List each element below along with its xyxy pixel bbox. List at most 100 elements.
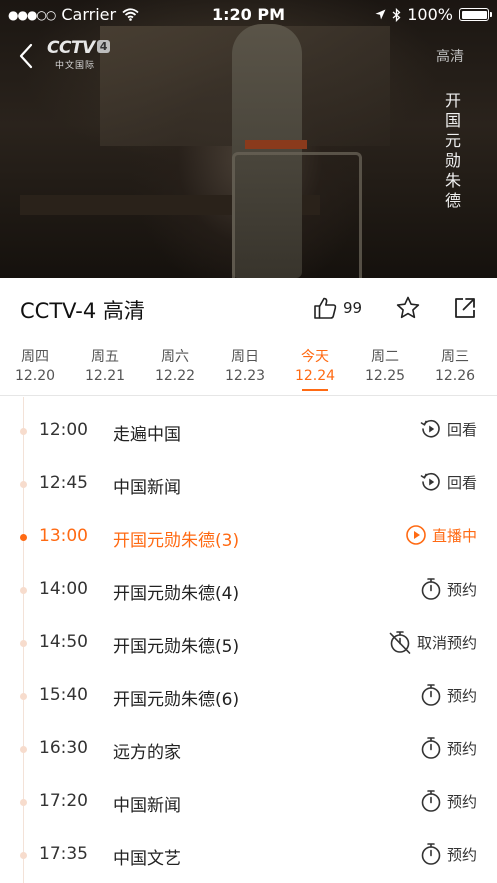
stopwatch-icon <box>421 578 441 600</box>
program-action-label: 预约 <box>446 580 477 599</box>
program-action-button[interactable]: 回看 <box>420 418 477 440</box>
date-tab-today[interactable]: 今天 12.24 <box>285 348 345 391</box>
date-tab[interactable]: 周五 12.21 <box>75 348 135 386</box>
timeline-dot <box>20 799 27 806</box>
timeline-dot <box>20 587 27 594</box>
location-arrow-icon <box>375 9 386 20</box>
program-action-button[interactable]: 预约 <box>420 683 477 707</box>
stopwatch-icon <box>421 684 441 706</box>
program-list: 12:00 走遍中国 回看 12:45 中国新闻 回看 13:00 开国元勋朱德… <box>0 397 497 883</box>
battery-icon <box>459 8 492 21</box>
stopwatch-icon <box>421 843 441 865</box>
program-time: 13:00 <box>39 526 88 546</box>
program-row[interactable]: 16:30 远方的家 预约 <box>0 722 497 775</box>
program-name: 远方的家 <box>113 743 181 763</box>
channel-title: CCTV-4 高清 <box>20 299 145 323</box>
program-action-button[interactable]: 预约 <box>420 577 477 601</box>
date-tab[interactable]: 周四 12.20 <box>5 348 65 386</box>
timeline-dot <box>20 852 27 859</box>
logo-sub: 中文国际 <box>55 61 96 71</box>
timeline-dot <box>20 746 27 753</box>
program-time: 14:00 <box>39 579 88 599</box>
date-tab-weekday: 周三 <box>441 349 469 365</box>
share-external-icon <box>455 298 475 318</box>
date-tab[interactable]: 周三 12.26 <box>425 348 485 386</box>
program-action-button[interactable]: 回看 <box>420 471 477 493</box>
program-row[interactable]: 17:35 中国文艺 预约 <box>0 828 497 881</box>
program-row[interactable]: 15:40 开国元勋朱德(6) 预约 <box>0 669 497 722</box>
program-name: 中国新闻 <box>113 478 181 498</box>
timeline-dot <box>20 428 27 435</box>
star-icon <box>396 296 420 319</box>
program-action-button[interactable]: 取消预约 <box>388 630 477 654</box>
logo-number: 4 <box>96 40 111 53</box>
program-action-button[interactable]: 预约 <box>420 736 477 760</box>
program-action-label: 预约 <box>446 739 477 758</box>
date-tab-bar: 周四 12.20 周五 12.21 周六 12.22 周日 12.23 今天 1… <box>0 338 497 396</box>
program-time: 12:00 <box>39 420 88 440</box>
program-action-button[interactable]: 预约 <box>420 842 477 866</box>
program-action-button[interactable]: 预约 <box>420 789 477 813</box>
program-action-label: 取消预约 <box>416 633 477 652</box>
program-name: 开国元勋朱德(5) <box>113 637 240 657</box>
program-time: 15:40 <box>39 685 88 705</box>
program-row[interactable]: 12:00 走遍中国 回看 <box>0 404 497 457</box>
timeline-dot <box>20 640 27 647</box>
channel-header: CCTV-4 高清 99 <box>0 278 497 338</box>
video-player[interactable]: ●●●○○ Carrier 1:20 PM 100% CCTV 4 中文国际 高… <box>0 0 497 278</box>
program-name: 开国元勋朱德(4) <box>113 584 240 604</box>
date-tab[interactable]: 周六 12.22 <box>145 348 205 386</box>
status-bar: ●●●○○ Carrier 1:20 PM 100% <box>0 0 497 30</box>
video-frame-belt <box>245 140 307 149</box>
replay-icon <box>420 472 440 491</box>
back-button[interactable] <box>12 38 42 74</box>
chevron-left-icon <box>19 43 33 69</box>
program-row[interactable]: 14:50 开国元勋朱德(5) 取消预约 <box>0 616 497 669</box>
quality-label: 高清 <box>436 49 464 65</box>
date-tab-weekday: 今天 <box>301 349 329 365</box>
program-name: 中国文艺 <box>113 849 181 869</box>
share-button[interactable] <box>453 296 477 320</box>
program-row[interactable]: 17:20 中国新闻 预约 <box>0 775 497 828</box>
bluetooth-icon <box>392 7 401 22</box>
video-frame-chair <box>232 152 362 278</box>
program-action-label: 直播中 <box>431 526 477 545</box>
video-overlay-title: 开国元勋朱德 <box>442 92 461 212</box>
battery-percent: 100% <box>407 5 453 24</box>
program-name: 中国新闻 <box>113 796 181 816</box>
date-tab-date: 12.23 <box>224 368 266 384</box>
date-tab-weekday: 周二 <box>371 349 399 365</box>
timeline-dot <box>20 693 27 700</box>
thumbs-up-icon <box>314 297 337 319</box>
program-action-label: 预约 <box>446 845 477 864</box>
stopwatch-icon <box>421 737 441 759</box>
date-tab[interactable]: 周日 12.23 <box>215 348 275 386</box>
program-row[interactable]: 14:00 开国元勋朱德(4) 预约 <box>0 563 497 616</box>
program-action-button[interactable]: 直播中 <box>405 524 477 546</box>
program-time: 17:35 <box>39 844 88 864</box>
date-tab-weekday: 周四 <box>21 349 49 365</box>
channel-logo: CCTV 4 中文国际 <box>47 38 111 72</box>
program-time: 16:30 <box>39 738 88 758</box>
timeline-dot <box>20 481 27 488</box>
like-button[interactable]: 99 <box>313 296 362 320</box>
favorite-button[interactable] <box>395 295 421 321</box>
stopwatch-cancel-icon <box>389 631 411 654</box>
date-tab-date: 12.24 <box>294 368 336 384</box>
program-action-label: 预约 <box>446 792 477 811</box>
date-tab-date: 12.26 <box>434 368 476 384</box>
date-tab-date: 12.25 <box>364 368 406 384</box>
date-tab-weekday: 周日 <box>231 349 259 365</box>
program-row[interactable]: 12:45 中国新闻 回看 <box>0 457 497 510</box>
stopwatch-icon <box>421 790 441 812</box>
date-tab-weekday: 周六 <box>161 349 189 365</box>
replay-icon <box>420 419 440 438</box>
date-tab-date: 12.22 <box>154 368 196 384</box>
program-row-live[interactable]: 13:00 开国元勋朱德(3) 直播中 <box>0 510 497 563</box>
timeline-dot-live <box>20 534 27 541</box>
date-tab[interactable]: 周二 12.25 <box>355 348 415 386</box>
program-name: 开国元勋朱德(3) <box>113 531 240 551</box>
program-time: 14:50 <box>39 632 88 652</box>
program-time: 12:45 <box>39 473 88 493</box>
logo-brand: CCTV <box>47 38 95 58</box>
